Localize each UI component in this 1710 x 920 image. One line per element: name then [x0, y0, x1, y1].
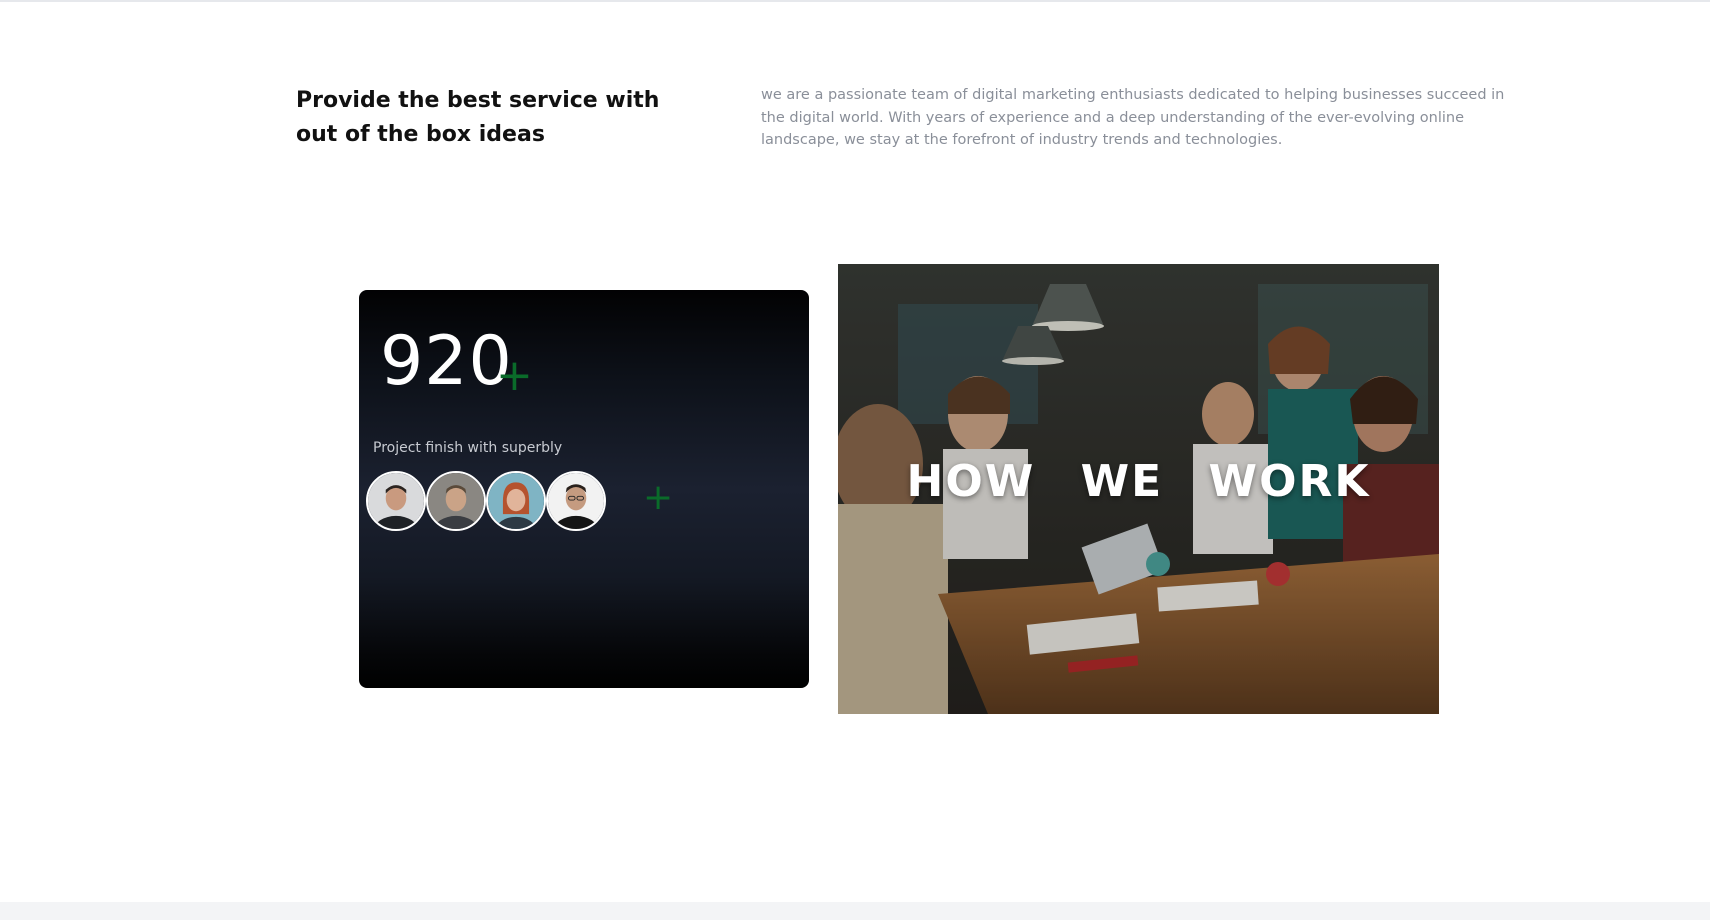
top-divider — [0, 0, 1710, 2]
how-we-work-title: HOW WE WORK — [906, 456, 1371, 507]
avatar — [366, 471, 426, 531]
section-heading: Provide the best service with out of the… — [296, 88, 660, 147]
projects-stat-card: 920 + Project finish with superbly + — [359, 290, 809, 688]
projects-caption: Project finish with superbly — [373, 440, 563, 456]
projects-count: 920 — [380, 322, 513, 401]
add-icon: + — [643, 477, 674, 518]
avatar — [546, 471, 606, 531]
plus-icon: + — [496, 350, 533, 401]
team-avatars — [366, 471, 626, 531]
avatar — [486, 471, 546, 531]
section-description: we are a passionate team of digital mark… — [761, 87, 1505, 148]
avatar — [426, 471, 486, 531]
footer-band — [0, 902, 1710, 920]
how-we-work-image: HOW WE WORK — [838, 264, 1439, 714]
